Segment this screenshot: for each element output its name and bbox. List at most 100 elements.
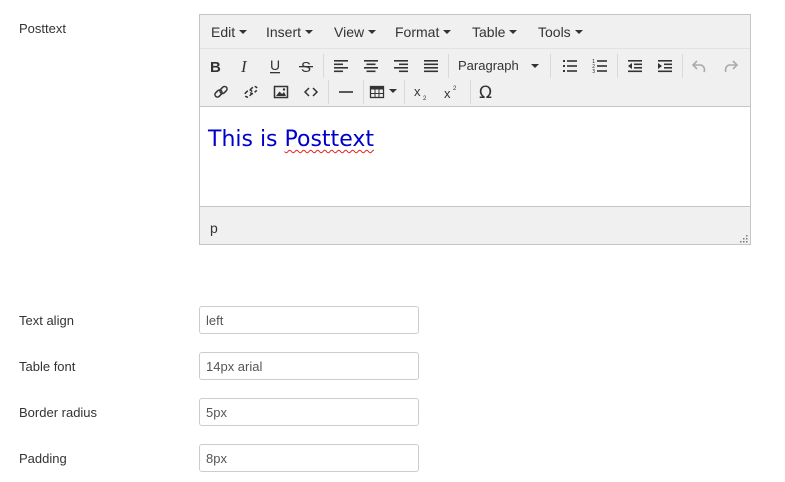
outdent-button[interactable]: [622, 54, 648, 78]
menu-table[interactable]: Table: [472, 24, 518, 40]
underline-button[interactable]: U: [262, 54, 288, 78]
caret-down-icon: [389, 89, 397, 93]
image-icon: [273, 85, 289, 99]
table-icon: [369, 85, 385, 99]
link-icon: [214, 85, 228, 98]
menu-insert-label: Insert: [266, 24, 302, 40]
unlink-icon: [244, 85, 258, 98]
toolbar-separator: [550, 54, 551, 78]
svg-text:U: U: [270, 58, 280, 73]
caret-down-icon: [368, 30, 377, 35]
table-font-label: Table font: [19, 359, 76, 374]
menu-format[interactable]: Format: [395, 24, 452, 40]
text-align-input[interactable]: [199, 306, 419, 334]
undo-icon: [692, 60, 706, 73]
numbered-list-button[interactable]: 123: [587, 54, 613, 78]
strikethrough-icon: S: [299, 59, 313, 74]
svg-text:x: x: [444, 86, 451, 100]
padding-label: Padding: [19, 451, 67, 466]
menu-tools[interactable]: Tools: [538, 24, 583, 40]
menu-edit[interactable]: Edit: [211, 24, 248, 40]
special-character-button[interactable]: Ω: [474, 80, 500, 104]
border-radius-label: Border radius: [19, 405, 98, 420]
align-justify-icon: [424, 60, 438, 73]
special-character-icon: Ω: [479, 83, 492, 101]
redo-icon: [724, 60, 738, 73]
undo-button[interactable]: [687, 54, 713, 78]
svg-text:2: 2: [453, 86, 457, 92]
align-right-button[interactable]: [388, 54, 414, 78]
menu-view[interactable]: View: [334, 24, 377, 40]
table-font-input[interactable]: [199, 352, 419, 380]
toolbar-separator: [448, 54, 449, 78]
caret-down-icon: [574, 30, 583, 35]
element-path[interactable]: p: [210, 220, 218, 236]
toolbar-separator: [404, 80, 405, 104]
align-justify-button[interactable]: [418, 54, 444, 78]
border-radius-input[interactable]: [199, 398, 419, 426]
bullet-list-icon: [563, 60, 577, 72]
italic-icon: I: [240, 58, 248, 74]
svg-text:I: I: [240, 58, 248, 74]
italic-button[interactable]: I: [232, 54, 258, 78]
editor-statusbar: p: [200, 208, 750, 245]
posttext-label: Posttext: [19, 21, 66, 36]
subscript-icon: x2: [414, 84, 427, 100]
format-select-value: Paragraph: [458, 58, 519, 73]
outdent-icon: [628, 60, 642, 73]
code-button[interactable]: [298, 80, 324, 104]
resize-handle-icon[interactable]: [739, 234, 748, 243]
menu-view-label: View: [334, 24, 365, 40]
link-button[interactable]: [208, 80, 234, 104]
rich-text-editor: Edit Insert View Format Table Tools B I …: [199, 14, 751, 245]
caret-down-icon: [305, 30, 314, 35]
horizontal-rule-button[interactable]: [333, 80, 359, 104]
editor-content-area[interactable]: This is Posttext: [200, 106, 750, 207]
unlink-button[interactable]: [238, 80, 264, 104]
indent-button[interactable]: [652, 54, 678, 78]
horizontal-rule-icon: [339, 91, 353, 93]
caret-down-icon: [239, 30, 248, 35]
bold-button[interactable]: B: [202, 54, 228, 78]
caret-down-icon: [443, 30, 452, 35]
indent-icon: [658, 60, 672, 73]
caret-down-icon: [531, 64, 539, 68]
bold-icon: B: [210, 59, 221, 74]
svg-text:Ω: Ω: [479, 83, 492, 101]
menu-table-label: Table: [472, 24, 506, 40]
menu-format-label: Format: [395, 24, 440, 40]
menu-insert[interactable]: Insert: [266, 24, 314, 40]
superscript-button[interactable]: x2: [439, 80, 465, 104]
redo-button[interactable]: [717, 54, 743, 78]
superscript-icon: x2: [444, 86, 457, 100]
text-align-label: Text align: [19, 313, 74, 328]
content-text: This is: [208, 127, 285, 152]
strikethrough-button[interactable]: S: [293, 54, 319, 78]
align-center-icon: [364, 60, 378, 73]
underline-icon: U: [270, 58, 280, 74]
image-button[interactable]: [268, 80, 294, 104]
editor-menubar: Edit Insert View Format Table Tools: [200, 15, 750, 49]
toolbar-separator: [363, 80, 364, 104]
misspelled-word: Posttext: [284, 127, 374, 152]
subscript-button[interactable]: x2: [409, 80, 435, 104]
content-paragraph: This is Posttext: [208, 127, 374, 152]
toolbar-separator: [328, 80, 329, 104]
svg-text:x: x: [414, 84, 421, 99]
bullet-list-button[interactable]: [557, 54, 583, 78]
menu-tools-label: Tools: [538, 24, 571, 40]
format-select[interactable]: Paragraph: [452, 54, 547, 78]
align-center-button[interactable]: [358, 54, 384, 78]
svg-text:2: 2: [423, 96, 427, 100]
align-right-icon: [394, 60, 408, 73]
code-icon: [303, 87, 319, 97]
svg-text:B: B: [210, 59, 221, 74]
numbered-list-icon: 123: [592, 59, 607, 74]
table-button[interactable]: [367, 80, 399, 104]
toolbar-separator: [470, 80, 471, 104]
align-left-button[interactable]: [328, 54, 354, 78]
toolbar-separator: [617, 54, 618, 78]
padding-input[interactable]: [199, 444, 419, 472]
menu-edit-label: Edit: [211, 24, 236, 40]
svg-text:3: 3: [592, 69, 595, 74]
